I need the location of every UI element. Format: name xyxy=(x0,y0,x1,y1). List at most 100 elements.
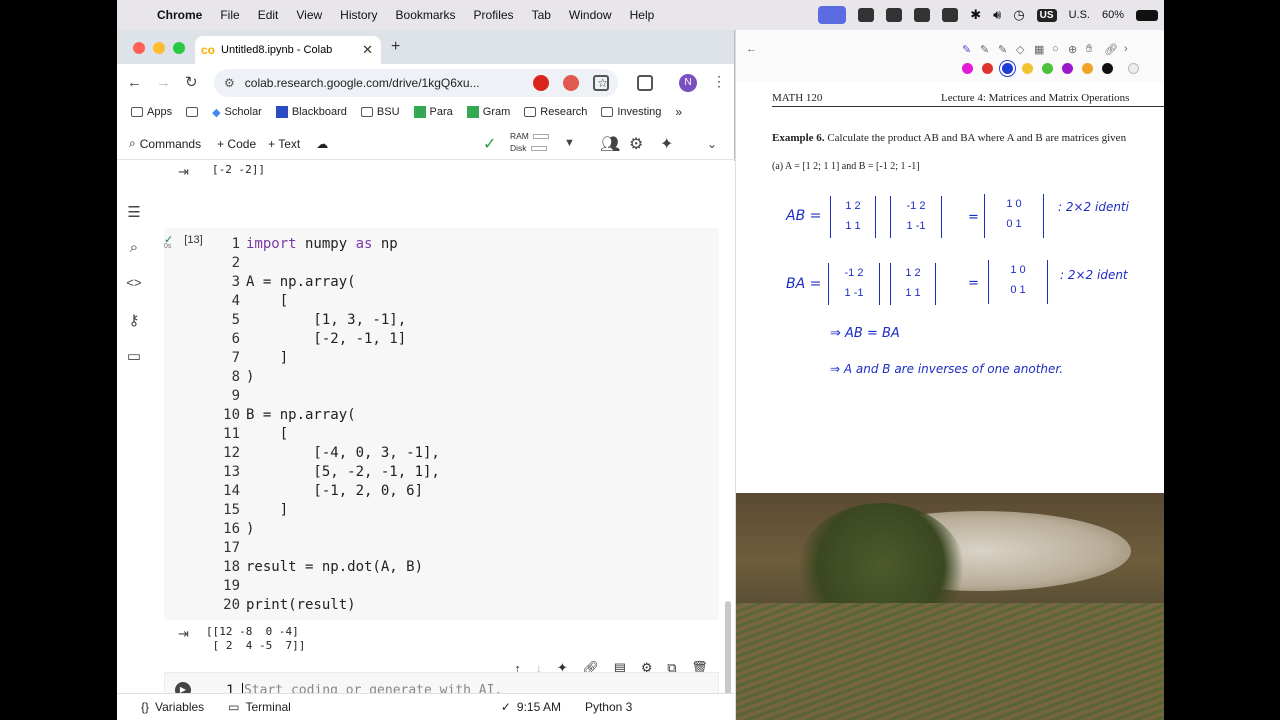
close-window-button[interactable] xyxy=(133,42,145,54)
collapse-chevron-icon[interactable]: ⌄ xyxy=(707,137,717,151)
code-editor[interactable]: 1 import numpy as np 2 3 A = np.array(4 [5 … xyxy=(220,235,440,615)
grid-tool-icon[interactable]: ▦ xyxy=(1034,43,1044,56)
close-tab-icon[interactable]: ✕ xyxy=(362,42,373,58)
table-of-contents-icon[interactable]: ☰ xyxy=(125,203,143,221)
runtime-dropdown-icon[interactable]: ▼ xyxy=(564,137,575,149)
volume-icon[interactable]: 🔊︎ xyxy=(993,7,1001,23)
screen-record-icon[interactable] xyxy=(818,6,847,24)
terminal-button[interactable]: ▭ Terminal xyxy=(228,700,291,714)
color-orange[interactable] xyxy=(1082,63,1093,74)
color-yellow[interactable] xyxy=(1022,63,1033,74)
back-icon[interactable]: ← xyxy=(127,74,142,91)
code-line[interactable]: 11 [ xyxy=(220,425,440,444)
bookmark-investing[interactable]: Investing xyxy=(601,106,661,118)
extension-red-icon[interactable] xyxy=(533,75,549,91)
pointer-icon[interactable]: ✋︎ xyxy=(1086,43,1092,56)
profile-avatar[interactable]: N xyxy=(679,74,697,92)
bookmark-research[interactable]: Research xyxy=(524,106,587,118)
bookmark-para[interactable]: Para xyxy=(413,106,453,118)
code-line[interactable]: 6 [-2, -1, 1] xyxy=(220,330,440,349)
bookmark-scholar[interactable]: ◆ Scholar xyxy=(212,106,262,119)
files-folder-icon[interactable]: ▭ xyxy=(125,347,143,365)
back-arrow-icon[interactable]: ← xyxy=(746,43,757,55)
settings-gear-icon[interactable]: ⚙ xyxy=(629,134,643,154)
code-line[interactable]: 13 [5, -2, -1, 1], xyxy=(220,463,440,482)
screenshot-icon[interactable] xyxy=(637,75,653,91)
code-line[interactable]: 5 [1, 3, -1], xyxy=(220,311,440,330)
scrollbar[interactable] xyxy=(725,601,731,701)
menu-profiles[interactable]: Profiles xyxy=(474,8,514,22)
menu-history[interactable]: History xyxy=(340,8,377,22)
shapes-icon[interactable]: ○ xyxy=(1052,43,1059,55)
tab-colab[interactable]: co Untitled8.ipynb - Colab ✕ xyxy=(195,36,381,64)
menu-help[interactable]: Help xyxy=(630,8,655,22)
menu-bookmarks[interactable]: Bookmarks xyxy=(396,8,456,22)
code-snippets-icon[interactable]: <> xyxy=(125,275,143,293)
code-line[interactable]: 17 xyxy=(220,539,440,558)
tools-icon[interactable] xyxy=(942,8,959,22)
bookmark-apps[interactable]: Apps xyxy=(131,106,172,118)
site-info-icon[interactable]: ⚙ xyxy=(224,76,235,90)
bluetooth-icon[interactable]: ✱ xyxy=(970,7,981,23)
code-line[interactable]: 10 B = np.array( xyxy=(220,406,440,425)
code-line[interactable]: 15 ] xyxy=(220,501,440,520)
menu-file[interactable]: File xyxy=(220,8,239,22)
color-black[interactable] xyxy=(1102,63,1113,74)
code-line[interactable]: 19 xyxy=(220,577,440,596)
pen-icon[interactable]: ✎ xyxy=(962,43,971,56)
color-green[interactable] xyxy=(1042,63,1053,74)
code-line[interactable]: 3 A = np.array( xyxy=(220,273,440,292)
notes-icon[interactable] xyxy=(858,8,875,22)
code-line[interactable]: 12 [-4, 0, 3, -1], xyxy=(220,444,440,463)
color-purple[interactable] xyxy=(1062,63,1073,74)
code-line[interactable]: 18 result = np.dot(A, B) xyxy=(220,558,440,577)
code-line[interactable]: 14 [-1, 2, 0, 6] xyxy=(220,482,440,501)
resource-monitor[interactable]: RAM Disk xyxy=(510,130,549,154)
variables-button[interactable]: {} Variables xyxy=(141,700,204,714)
last-run-status[interactable]: ✓ 9:15 AM xyxy=(501,700,561,714)
commands-button[interactable]: ⌕ Commands xyxy=(129,136,201,151)
add-text-button[interactable]: + Text xyxy=(268,137,300,151)
drive-save-icon[interactable]: ☁ xyxy=(316,137,328,151)
time-machine-icon[interactable]: ◷ xyxy=(1013,7,1024,23)
output-toggle-icon[interactable]: ⇥ xyxy=(178,626,189,642)
menu-tab[interactable]: Tab xyxy=(532,8,551,22)
input-source-badge[interactable]: US xyxy=(1036,8,1057,22)
color-blue[interactable] xyxy=(1002,63,1013,74)
menu-app-name[interactable]: Chrome xyxy=(157,8,202,22)
address-bar[interactable]: ⚙ colab.research.google.com/drive/1kgQ6x… xyxy=(214,69,618,97)
bookmark-bsu[interactable]: BSU xyxy=(360,106,400,118)
menu-edit[interactable]: Edit xyxy=(258,8,279,22)
code-line[interactable]: 2 xyxy=(220,254,440,273)
code-line[interactable]: 8) xyxy=(220,368,440,387)
creative-cloud-icon[interactable] xyxy=(886,8,903,22)
cloud-icon[interactable] xyxy=(914,8,931,22)
color-red[interactable] xyxy=(982,63,993,74)
code-line[interactable]: 1 import numpy as np xyxy=(220,235,440,254)
new-tab-button[interactable]: + xyxy=(391,38,400,56)
add-code-button[interactable]: + Code xyxy=(217,137,256,151)
next-arrow-icon[interactable]: › xyxy=(1124,43,1128,55)
pencil-icon[interactable]: ✎ xyxy=(980,43,989,56)
extensions-puzzle-icon[interactable] xyxy=(593,75,609,91)
output-toggle-icon[interactable]: ⇥ xyxy=(178,164,189,180)
code-line[interactable]: 4 [ xyxy=(220,292,440,311)
code-line[interactable]: 7 ] xyxy=(220,349,440,368)
reload-icon[interactable]: ↻ xyxy=(185,73,198,91)
eraser-icon[interactable]: ◇ xyxy=(1016,43,1024,56)
menu-view[interactable]: View xyxy=(296,8,322,22)
runtime-status[interactable]: Python 3 xyxy=(585,700,632,714)
bookmark-gram[interactable]: Gram xyxy=(466,106,510,118)
minimize-window-button[interactable] xyxy=(153,42,165,54)
extension-adblock-icon[interactable] xyxy=(563,75,579,91)
find-icon[interactable]: ⌕ xyxy=(125,239,143,257)
code-line[interactable]: 16) xyxy=(220,520,440,539)
highlighter-icon[interactable]: ✎ xyxy=(998,43,1007,56)
chrome-menu-icon[interactable]: ⋮ xyxy=(712,73,726,90)
zoom-window-button[interactable] xyxy=(173,42,185,54)
code-line[interactable]: 20 print(result) xyxy=(220,596,440,615)
battery-icon[interactable] xyxy=(1136,9,1158,21)
bookmark-blackboard[interactable]: Blackboard xyxy=(275,106,347,118)
gemini-sparkle-icon[interactable]: ✦ xyxy=(660,134,673,154)
code-line[interactable]: 9 xyxy=(220,387,440,406)
